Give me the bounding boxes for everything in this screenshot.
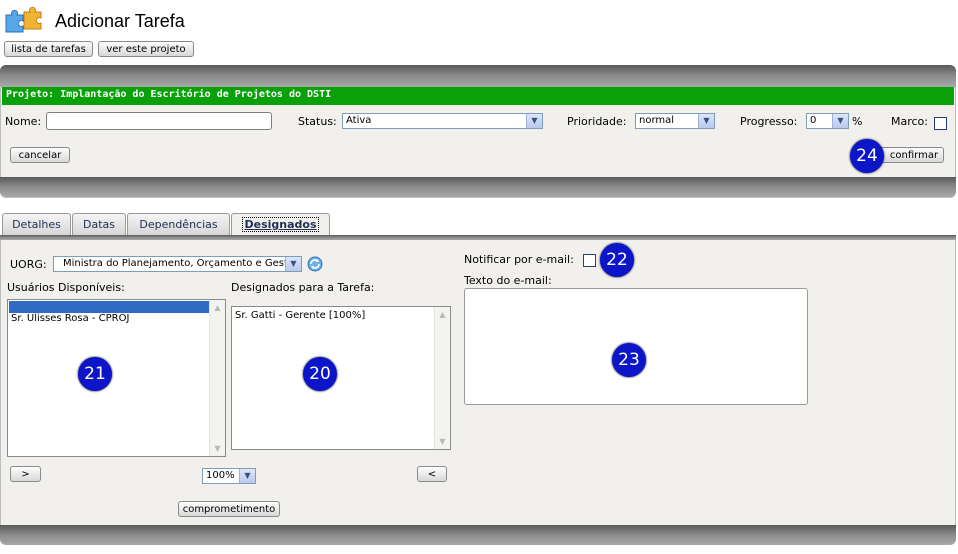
priority-value: normal [639, 115, 675, 126]
chevron-down-icon: ▼ [239, 469, 255, 483]
assigned-users-scrollbar[interactable]: ▲ ▼ [434, 307, 450, 449]
percent-select[interactable]: 100% ▼ [202, 468, 256, 484]
status-select[interactable]: Ativa ▼ [342, 113, 543, 129]
scroll-down-icon[interactable]: ▼ [435, 434, 450, 449]
percent-value: 100% [206, 470, 235, 481]
available-users-scrollbar[interactable]: ▲ ▼ [209, 300, 225, 456]
commitment-button[interactable]: comprometimento [178, 501, 280, 517]
badge-23: 23 [612, 343, 646, 377]
scroll-up-icon[interactable]: ▲ [435, 307, 450, 322]
available-user-item[interactable] [9, 301, 209, 313]
notify-email-label: Notificar por e-mail: [464, 253, 574, 266]
email-text-label: Texto do e-mail: [464, 274, 552, 287]
notify-email-checkbox[interactable] [583, 254, 596, 267]
assigned-user-item[interactable]: Sr. Gatti - Gerente [100%] [235, 310, 365, 321]
app-logo-icon [2, 6, 52, 36]
tab-designados-label: Designados [242, 217, 319, 232]
chevron-down-icon: ▼ [526, 114, 542, 128]
name-input[interactable] [46, 112, 272, 130]
chevron-down-icon: ▼ [285, 257, 301, 271]
assigned-users-label: Designados para a Tarefa: [231, 281, 375, 294]
scroll-up-icon[interactable]: ▲ [210, 300, 225, 315]
project-label: Projeto: Implantação do Escritório de Pr… [6, 89, 332, 100]
tab-datas[interactable]: Datas [72, 213, 126, 235]
milestone-checkbox[interactable] [934, 117, 947, 130]
tab-detalhes[interactable]: Detalhes [2, 213, 71, 235]
progress-unit: % [852, 115, 863, 128]
refresh-icon[interactable] [307, 256, 323, 272]
panel-bottom-bar [0, 177, 956, 197]
chevron-down-icon: ▼ [832, 114, 848, 128]
tab-dependencias[interactable]: Dependências [127, 213, 230, 235]
confirm-button[interactable]: confirmar [878, 147, 944, 163]
add-user-button[interactable]: > [10, 466, 41, 482]
badge-22: 22 [600, 243, 634, 277]
progress-value: 0 [810, 115, 817, 126]
chevron-down-icon: ▼ [698, 114, 714, 128]
uorg-label: UORG: [10, 258, 47, 271]
progress-label: Progresso: [740, 115, 798, 128]
uorg-select[interactable]: Ministra do Planejamento, Orçamento e Ge… [53, 256, 302, 272]
available-users-list[interactable]: Sr. Ulisses Rosa - CPROJ ▲ ▼ [7, 299, 226, 457]
remove-user-button[interactable]: < [417, 466, 447, 482]
badge-24: 24 [850, 139, 884, 173]
uorg-value: Ministra do Planejamento, Orçamento e Ge… [63, 258, 301, 269]
cancel-button[interactable]: cancelar [10, 147, 70, 163]
available-user-item[interactable]: Sr. Ulisses Rosa - CPROJ [11, 313, 129, 324]
name-label: Nome: [5, 115, 42, 128]
available-users-label: Usuários Disponíveis: [7, 281, 125, 294]
badge-20: 20 [303, 357, 337, 391]
status-label: Status: [298, 115, 337, 128]
panel-top-bar [0, 65, 956, 87]
view-project-button[interactable]: ver este projeto [98, 41, 194, 57]
badge-21: 21 [78, 357, 112, 391]
progress-select[interactable]: 0 ▼ [806, 113, 849, 129]
status-value: Ativa [346, 115, 372, 126]
tab-designados[interactable]: Designados [231, 213, 330, 237]
list-tasks-button[interactable]: lista de tarefas [4, 41, 93, 57]
assigned-users-list[interactable]: Sr. Gatti - Gerente [100%] ▲ ▼ [231, 306, 451, 450]
page-title: Adicionar Tarefa [55, 11, 185, 31]
priority-label: Prioridade: [567, 115, 627, 128]
tabs-bottom-bar [0, 525, 956, 545]
scroll-down-icon[interactable]: ▼ [210, 441, 225, 456]
milestone-label: Marco: [891, 115, 928, 128]
priority-select[interactable]: normal ▼ [635, 113, 715, 129]
